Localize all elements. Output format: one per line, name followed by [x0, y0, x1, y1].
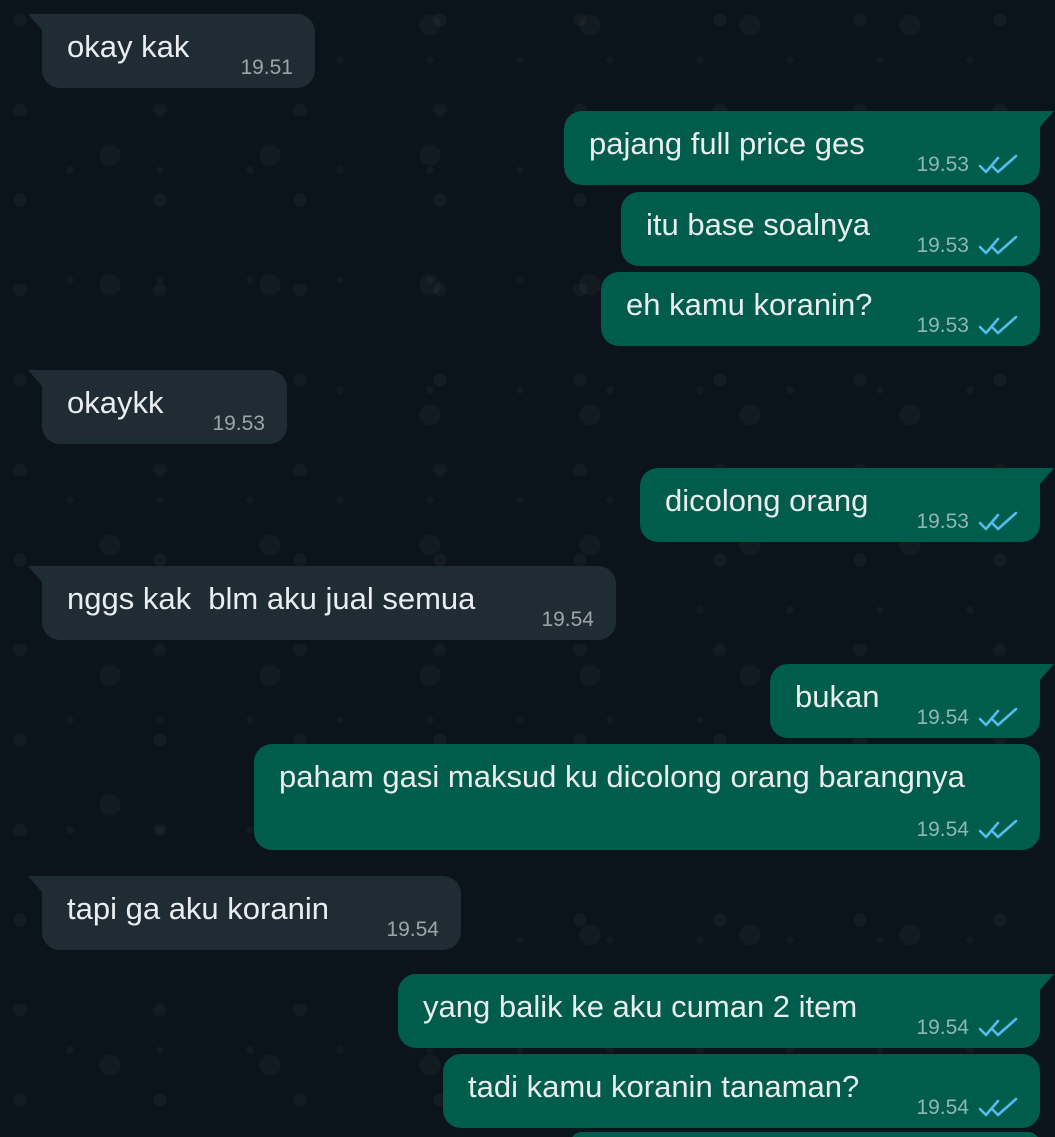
message-meta: 19.54 — [916, 816, 1020, 844]
message-meta: 19.51 — [240, 54, 293, 82]
message-time: 19.53 — [916, 153, 969, 176]
message-meta: 19.54 — [386, 916, 439, 944]
message-time: 19.51 — [240, 56, 293, 79]
read-double-check-icon — [978, 235, 1018, 255]
message-bubble-outgoing[interactable]: pajang full price ges 19.53 — [564, 111, 1054, 185]
message-meta: 19.54 — [916, 704, 1020, 732]
message-text: tapi ga aku koranin — [67, 891, 329, 926]
message-text: eh kamu koranin? — [626, 287, 873, 322]
message-time: 19.54 — [916, 818, 969, 841]
read-double-check-icon — [978, 1097, 1018, 1117]
message-time: 19.54 — [916, 1016, 969, 1039]
message-time: 19.54 — [541, 608, 594, 631]
read-double-check-icon — [978, 511, 1018, 531]
message-meta: 19.53 — [916, 508, 1020, 536]
message-meta: 19.53 — [916, 312, 1020, 340]
message-time: 19.53 — [916, 234, 969, 257]
read-double-check-icon — [978, 154, 1018, 174]
message-time: 19.53 — [916, 314, 969, 337]
message-text: okaykk — [67, 385, 164, 420]
message-bubble-outgoing[interactable]: eh kamu koranin? 19.53 — [601, 272, 1040, 346]
message-bubble-outgoing[interactable]: dicolong orang 19.53 — [640, 468, 1054, 542]
message-meta: 19.53 — [916, 151, 1020, 179]
message-bubble-outgoing[interactable]: bukan 19.54 — [770, 664, 1054, 738]
message-meta: 19.54 — [916, 1094, 1020, 1122]
message-bubble-incoming[interactable]: okay kak 19.51 — [28, 14, 315, 88]
message-bubble-incoming[interactable]: nggs kak blm aku jual semua 19.54 — [28, 566, 616, 640]
message-meta: 19.53 — [916, 232, 1020, 260]
message-time: 19.54 — [916, 706, 969, 729]
message-bubble-outgoing[interactable]: itu base soalnya 19.53 — [621, 192, 1040, 266]
message-text: tadi kamu koranin tanaman? — [468, 1069, 860, 1104]
message-text: paham gasi maksud ku dicolong orang bara… — [279, 759, 965, 794]
message-text: itu base soalnya — [646, 207, 871, 242]
message-bubble-incoming[interactable]: tapi ga aku koranin 19.54 — [28, 876, 461, 950]
message-bubble-outgoing[interactable]: yang balik ke aku cuman 2 item 19.54 — [398, 974, 1054, 1048]
message-time: 19.53 — [212, 412, 265, 435]
message-bubble-outgoing[interactable]: paham gasi maksud ku dicolong orang bara… — [254, 744, 1040, 850]
read-double-check-icon — [978, 1017, 1018, 1037]
read-double-check-icon — [978, 819, 1018, 839]
message-text: okay kak — [67, 29, 190, 64]
read-double-check-icon — [978, 315, 1018, 335]
message-text: nggs kak blm aku jual semua — [67, 581, 476, 616]
message-time: 19.54 — [916, 1096, 969, 1119]
message-time: 19.54 — [386, 918, 439, 941]
message-meta: 19.54 — [541, 606, 594, 634]
message-bubble-incoming[interactable]: okaykk 19.53 — [28, 370, 287, 444]
message-text: pajang full price ges — [589, 126, 865, 161]
message-text: bukan — [795, 679, 880, 714]
read-double-check-icon — [978, 707, 1018, 727]
message-meta: 19.54 — [916, 1014, 1020, 1042]
message-meta: 19.53 — [212, 410, 265, 438]
message-time: 19.53 — [916, 510, 969, 533]
message-text: dicolong orang — [665, 483, 869, 518]
message-text: yang balik ke aku cuman 2 item — [423, 989, 858, 1024]
message-bubble-outgoing[interactable]: tadi kamu koranin tanaman? 19.54 — [443, 1054, 1040, 1128]
message-bubble-outgoing-partial — [570, 1132, 1040, 1137]
chat-conversation[interactable]: okay kak 19.51 pajang full price ges 19.… — [0, 0, 1055, 1137]
